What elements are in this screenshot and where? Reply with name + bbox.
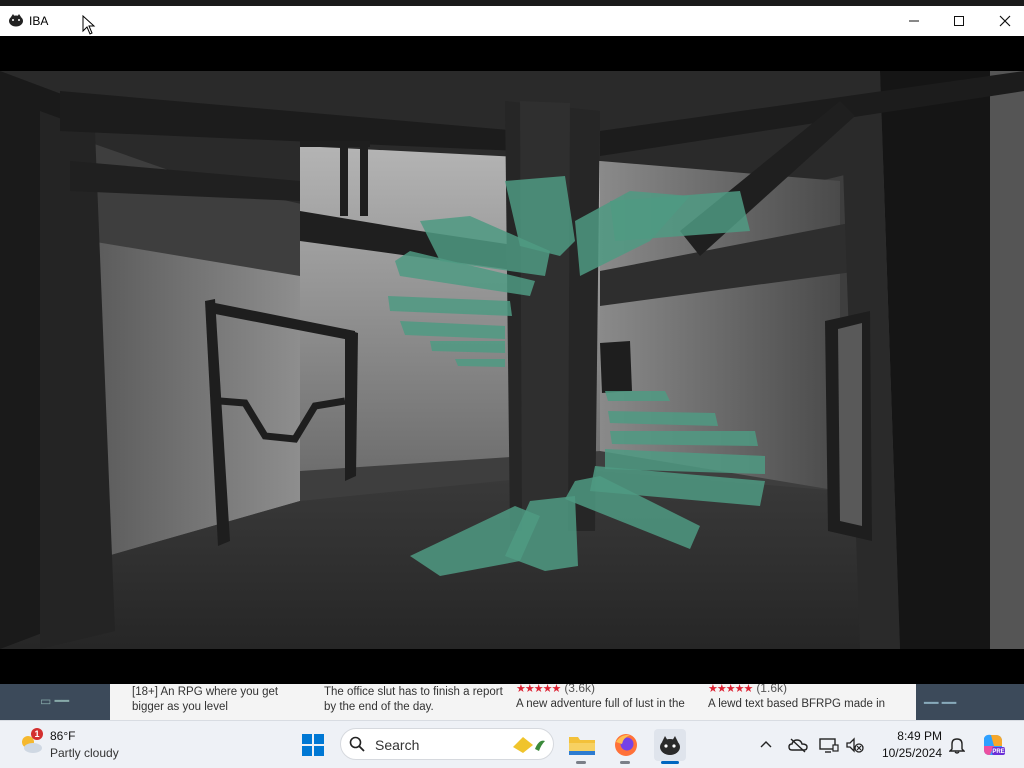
rating-count: (3.6k) [564,684,595,695]
bell-icon [949,738,965,754]
file-explorer-button[interactable] [566,729,598,761]
clock-date[interactable]: 10/25/2024 [872,746,942,760]
volume-muted-icon [846,737,864,753]
card-description: [18+] An RPG where you get bigger as you… [132,686,279,713]
copilot-button[interactable]: PRE [980,732,1006,758]
game-card[interactable]: The office slut has to finish a report b… [324,685,504,720]
weather-temperature[interactable]: 86°F [50,729,75,743]
rating-stars: ★★★★★ [516,684,561,695]
window-title: IBA [29,14,49,28]
browser-content: [18+] An RPG where you get bigger as you… [110,684,916,720]
card-description: A lewd text based BFRPG made in [708,698,886,710]
browser-left-partial: ▭ ━━ [40,694,70,708]
notification-badge: 1 [31,728,43,740]
title-bar[interactable]: IBA [0,0,1024,36]
taskbar-search[interactable]: Search [340,728,554,760]
notifications-button[interactable] [947,735,967,755]
rating-count: (1.6k) [756,684,787,695]
game-card[interactable]: ★★★★★ (1.6k) A lewd text based BFRPG made… [708,684,888,717]
weather-condition[interactable]: Partly cloudy [50,746,119,760]
close-button[interactable] [982,6,1024,36]
game-canvas[interactable] [0,36,1024,684]
minimize-icon [909,20,919,22]
card-description: A new adventure full of lust in the [516,698,685,710]
firefox-button[interactable] [610,729,642,761]
background-browser-window[interactable]: ▭ ━━ [18+] An RPG where you get bigger a… [0,684,1024,720]
maximize-icon [954,16,964,26]
chevron-up-icon [760,741,772,748]
game-card[interactable]: ★★★★★ (3.6k) A new adventure full of lust… [516,684,696,717]
svg-text:PRE: PRE [992,749,1004,755]
search-icon [349,736,365,752]
copilot-icon: PRE [984,734,1005,755]
card-description: The office slut has to finish a report b… [324,686,503,713]
onedrive-tray[interactable] [788,735,808,755]
search-placeholder: Search [375,737,420,753]
volume-tray[interactable] [845,735,865,755]
game-app-icon [660,736,680,755]
maximize-button[interactable] [936,6,982,36]
windows-start-icon [302,734,324,756]
game-taskbar-button[interactable] [654,729,686,761]
rating-stars: ★★★★★ [708,684,753,695]
game-card[interactable]: [18+] An RPG where you get bigger as you… [132,685,312,720]
onedrive-icon [788,738,808,753]
game-scene[interactable] [0,71,1024,649]
taskbar: 1 86°F Partly cloudy Search 8:49 PM 10/2… [0,720,1024,768]
show-hidden-icons-button[interactable] [756,735,776,755]
right-pillar [880,71,1000,649]
close-icon [999,15,1011,27]
search-highlight-icon [513,737,545,753]
browser-right-partial: ━━ ━━ [924,696,957,710]
minimize-button[interactable] [891,6,937,36]
display-tray[interactable] [819,735,839,755]
firefox-icon [615,734,637,756]
clock-time[interactable]: 8:49 PM [880,729,942,743]
mouse-cursor-icon [82,14,96,35]
start-button[interactable] [302,734,324,756]
file-explorer-icon [569,737,595,755]
display-icon [819,738,839,753]
game-app-icon [8,13,24,27]
